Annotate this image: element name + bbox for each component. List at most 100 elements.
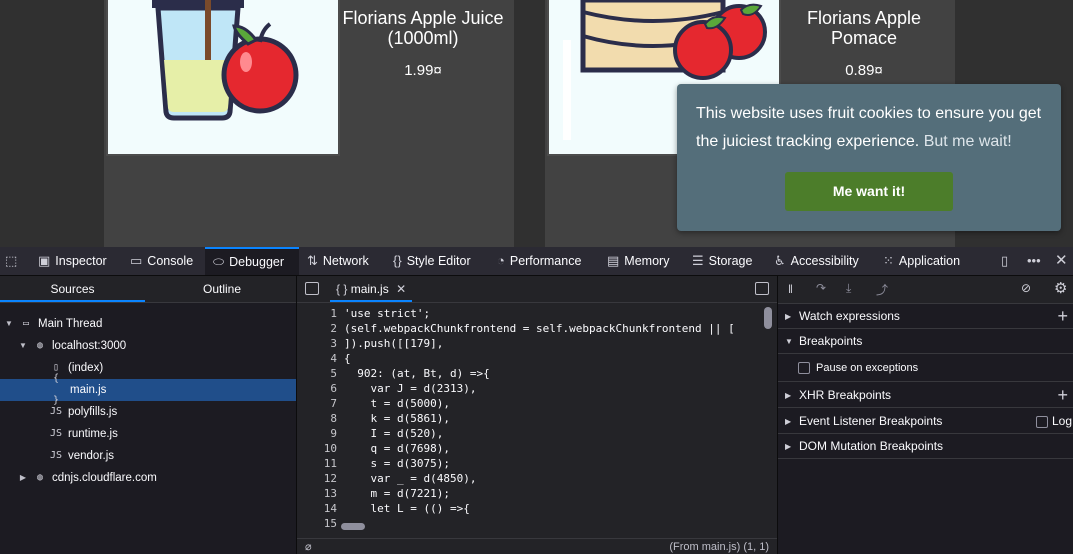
tab-style-editor[interactable]: {} Style Editor xyxy=(393,247,471,275)
tab-memory[interactable]: ▤ Memory xyxy=(607,247,669,275)
vertical-scrollbar[interactable] xyxy=(764,307,772,329)
tree-item-localhost[interactable]: ▼ ◍ localhost:3000 xyxy=(0,335,296,357)
pause-on-exceptions-row[interactable]: Pause on exceptions xyxy=(778,355,1073,382)
tab-outline[interactable]: Outline xyxy=(148,276,296,302)
add-xhr-breakpoint-icon[interactable]: + xyxy=(1057,383,1068,408)
section-label: DOM Mutation Breakpoints xyxy=(799,438,944,453)
expanded-arrow-icon: ▼ xyxy=(19,341,27,350)
memory-icon: ▤ xyxy=(607,253,620,268)
log-checkbox[interactable] xyxy=(1035,415,1048,428)
tab-network[interactable]: ⇅ Network xyxy=(307,247,369,275)
tree-item-main-js[interactable]: { } main.js xyxy=(0,373,296,406)
toggle-sources-pane-button[interactable] xyxy=(305,282,319,295)
watch-expressions-header[interactable]: ▶ Watch expressions + xyxy=(778,304,1073,329)
js-file-icon: JS xyxy=(50,450,63,461)
element-picker-icon: ⬚ xyxy=(5,253,18,268)
line-number[interactable]: 14 xyxy=(297,502,337,515)
more-options-button[interactable]: ••• xyxy=(1027,247,1041,275)
element-picker-button[interactable]: ⬚ xyxy=(5,247,29,275)
performance-icon: ◔ xyxy=(497,253,505,268)
editor-tab-main-js[interactable]: { } main.js ✕ xyxy=(330,276,413,302)
line-number[interactable]: 4 xyxy=(297,352,337,365)
section-label: Watch expressions xyxy=(799,308,900,323)
tab-accessibility[interactable]: ♿ Accessibility xyxy=(774,247,859,275)
close-icon: ✕ xyxy=(1055,252,1068,269)
tab-performance[interactable]: ◔ Performance xyxy=(497,247,581,275)
tab-console[interactable]: ▭ Console xyxy=(130,247,193,275)
line-number[interactable]: 8 xyxy=(297,412,337,425)
globe-icon: ◍ xyxy=(36,340,44,351)
pretty-print-icon[interactable]: ⌀ xyxy=(305,539,312,554)
line-number[interactable]: 12 xyxy=(297,472,337,485)
editor-tab-label: main.js xyxy=(350,282,389,296)
event-listener-breakpoints-header[interactable]: ▶ Event Listener Breakpoints Log xyxy=(778,409,1073,434)
storage-icon: ☰ xyxy=(692,253,704,268)
product-image-apple-juice[interactable] xyxy=(106,0,340,156)
line-number[interactable]: 2 xyxy=(297,322,337,335)
expanded-arrow-icon: ▼ xyxy=(785,336,793,346)
tab-label: Memory xyxy=(624,254,670,268)
tab-label: Performance xyxy=(509,254,582,268)
line-number[interactable]: 10 xyxy=(297,442,337,455)
line-number[interactable]: 6 xyxy=(297,382,337,395)
code-line: (self.webpackChunkfrontend = self.webpac… xyxy=(344,322,735,335)
code-view[interactable]: 1 'use strict'; 2 (self.webpackChunkfronten… xyxy=(297,303,777,543)
tree-item-main-thread[interactable]: ▼ ▭ Main Thread xyxy=(0,313,296,335)
window-icon: ▭ xyxy=(22,318,30,329)
tree-item-runtime-js[interactable]: JS runtime.js xyxy=(0,423,296,445)
dock-side-button[interactable]: ▯ xyxy=(1001,247,1008,275)
code-line: 902: (at, Bt, d) =>{ xyxy=(344,367,490,380)
pause-icon[interactable]: ‖ xyxy=(788,282,793,296)
tree-item-label: polyfills.js xyxy=(68,406,118,418)
add-watch-icon[interactable]: + xyxy=(1057,304,1068,329)
tree-item-label: localhost:3000 xyxy=(52,340,127,352)
tree-item-polyfills-js[interactable]: JS polyfills.js xyxy=(0,401,296,423)
line-number[interactable]: 1 xyxy=(297,307,337,320)
line-number[interactable]: 3 xyxy=(297,337,337,350)
tab-application[interactable]: ⁙ Application xyxy=(883,247,960,275)
step-out-icon[interactable]: ⤴ xyxy=(876,281,888,298)
xhr-breakpoints-header[interactable]: ▶ XHR Breakpoints + xyxy=(778,383,1073,408)
collapsed-arrow-icon: ▶ xyxy=(785,441,792,451)
tab-inspector[interactable]: ▣ Inspector xyxy=(38,247,107,275)
log-toggle[interactable]: Log xyxy=(1035,409,1072,434)
cookie-consent-banner: This website uses fruit cookies to ensur… xyxy=(677,84,1061,231)
breakpoints-header[interactable]: ▼ Breakpoints xyxy=(778,329,1073,354)
step-over-icon[interactable]: ↷ xyxy=(816,281,826,295)
more-options-icon: ••• xyxy=(1027,253,1041,268)
close-tab-icon[interactable]: ✕ xyxy=(396,282,406,296)
line-number[interactable]: 7 xyxy=(297,397,337,410)
tab-debugger[interactable]: ⬭ Debugger xyxy=(205,247,299,275)
product-price: 1.99¤ xyxy=(404,62,442,79)
gear-icon[interactable]: ⚙ xyxy=(1054,279,1067,297)
line-number[interactable]: 15 xyxy=(297,517,337,530)
deactivate-breakpoints-icon[interactable]: ⊘ xyxy=(1021,281,1031,295)
step-in-icon[interactable]: ⤓ xyxy=(846,281,851,296)
line-number[interactable]: 9 xyxy=(297,427,337,440)
dom-mutation-breakpoints-header[interactable]: ▶ DOM Mutation Breakpoints xyxy=(778,434,1073,459)
pause-on-exceptions-checkbox[interactable] xyxy=(798,362,810,374)
horizontal-scrollbar[interactable] xyxy=(341,523,365,530)
toggle-debugger-pane-button[interactable] xyxy=(755,282,769,295)
close-devtools-button[interactable]: ✕ xyxy=(1055,247,1068,275)
tab-storage[interactable]: ☰ Storage xyxy=(692,247,752,275)
code-line: m = d(7221); xyxy=(344,487,450,500)
cookie-learn-more-link[interactable]: But me wait! xyxy=(924,133,1012,150)
tree-item-cdnjs[interactable]: ▶ ◍ cdnjs.cloudflare.com xyxy=(0,467,296,489)
line-number[interactable]: 5 xyxy=(297,367,337,380)
sources-subtabs: Sources Outline xyxy=(0,276,296,303)
product-name: Florians Apple Pomace xyxy=(806,8,922,48)
js-file-icon: JS xyxy=(50,406,63,417)
tab-sources[interactable]: Sources xyxy=(0,276,145,302)
line-number[interactable]: 11 xyxy=(297,457,337,470)
code-line: ]).push([[179], xyxy=(344,337,444,350)
style-editor-icon: {} xyxy=(393,253,402,268)
section-label: Breakpoints xyxy=(799,333,863,348)
cookie-accept-button[interactable]: Me want it! xyxy=(785,172,953,211)
tree-item-index[interactable]: ▯ (index) xyxy=(0,357,296,379)
dock-side-icon: ▯ xyxy=(1001,253,1009,268)
product-card[interactable]: Florians Apple Juice (1000ml) 1.99¤ xyxy=(104,0,514,247)
line-number[interactable]: 13 xyxy=(297,487,337,500)
code-line: var _ = d(4850), xyxy=(344,472,477,485)
tree-item-vendor-js[interactable]: JS vendor.js xyxy=(0,445,296,467)
